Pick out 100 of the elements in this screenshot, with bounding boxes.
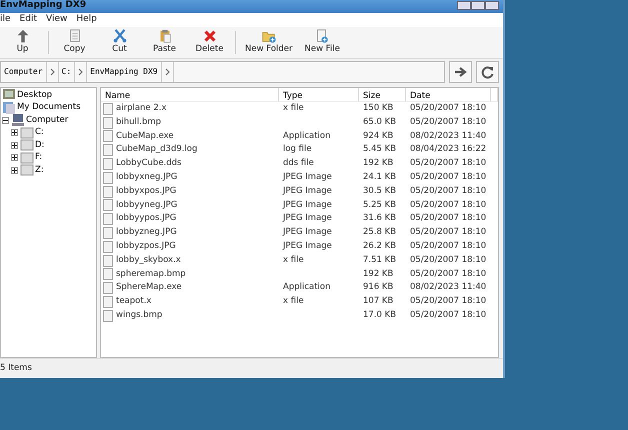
expander-toggle[interactable]: [11, 154, 18, 162]
file-name[interactable]: bihull.bmp: [116, 116, 162, 130]
file-name[interactable]: airplane 2.x: [116, 102, 166, 116]
file-name[interactable]: lobbyxpos.JPG: [116, 184, 176, 199]
chevron-icon: [164, 68, 170, 76]
menu-item[interactable]: Help: [76, 13, 97, 27]
file-date: 08/04/2023 16:22: [410, 144, 486, 154]
file-icon: [103, 172, 113, 184]
file-date: 05/20/2007 18:10: [410, 310, 486, 320]
expander-toggle[interactable]: [11, 129, 18, 136]
file-date: 05/20/2007 18:10: [410, 158, 486, 168]
plus-icon: [12, 155, 17, 160]
file-size: 107 KB: [363, 296, 394, 306]
file-icon: [103, 254, 113, 267]
tree-item[interactable]: C:: [20, 126, 44, 139]
tree-item[interactable]: Desktop: [2, 89, 52, 102]
file-date: 05/20/2007 18:10: [410, 268, 486, 279]
file-name[interactable]: CubeMap.exe: [116, 130, 174, 144]
file-type: JPEG Image: [283, 227, 332, 238]
tree-item[interactable]: D:: [20, 139, 44, 152]
file-date: 05/20/2007 18:10: [410, 296, 486, 306]
file-name[interactable]: CubeMap_d3d9.log: [116, 143, 198, 158]
file-type: x file: [283, 103, 304, 113]
go-button[interactable]: [449, 61, 472, 83]
file-name[interactable]: lobbyyneg.JPG: [116, 198, 178, 212]
toolbar-button[interactable]: Up: [0, 27, 45, 58]
file-date: 08/02/2023 11:40: [410, 282, 486, 292]
file-icon: [103, 144, 113, 156]
file-icon: [103, 186, 113, 198]
breadcrumb[interactable]: C:: [58, 62, 76, 82]
file-name[interactable]: lobbyzpos.JPG: [116, 240, 176, 254]
file-size: 192 KB: [363, 268, 394, 279]
file-name[interactable]: wings.bmp: [116, 308, 162, 323]
menu-item[interactable]: View: [46, 13, 68, 27]
toolbar-button[interactable]: Cut: [97, 27, 142, 58]
file-size: 17.0 KB: [363, 310, 396, 320]
file-type: log file: [283, 144, 312, 154]
file-icon: [103, 116, 113, 129]
file-type: JPEG Image: [283, 240, 332, 251]
toolbar-button[interactable]: New Folder: [239, 27, 299, 58]
menu-item[interactable]: Edit: [20, 13, 37, 27]
tree-item[interactable]: Z:: [20, 164, 44, 176]
drive-icon: [20, 163, 34, 178]
file-size: 25.8 KB: [363, 227, 396, 238]
toolbar-button[interactable]: New File: [298, 27, 346, 58]
file-icon: [103, 130, 113, 142]
file-type: JPEG Image: [283, 186, 332, 196]
file-date: 05/20/2007 18:10: [410, 213, 486, 224]
file-date: 05/20/2007 18:10: [410, 227, 486, 238]
file-date: 05/20/2007 18:10: [410, 116, 486, 127]
column-header[interactable]: Name: [101, 88, 279, 102]
file-name[interactable]: spheremap.bmp: [116, 268, 186, 282]
file-size: 5.45 KB: [363, 144, 396, 154]
file-size: 192 KB: [363, 158, 394, 168]
documents-icon: [2, 100, 16, 115]
file-date: 05/20/2007 18:10: [410, 186, 486, 196]
expander-toggle[interactable]: [11, 166, 18, 174]
file-size: 65.0 KB: [363, 116, 396, 127]
file-name[interactable]: lobbyxneg.JPG: [116, 170, 178, 185]
file-icon: [103, 282, 113, 294]
file-size: 7.51 KB: [363, 254, 396, 265]
column-header[interactable]: Size: [359, 88, 406, 102]
file-type: x file: [283, 296, 304, 306]
file-icon: [103, 268, 113, 280]
file-icon: [103, 213, 113, 226]
file-name[interactable]: teapot.x: [116, 295, 152, 309]
file-icon: [103, 158, 113, 170]
chevron-icon: [78, 68, 84, 76]
file-name[interactable]: lobbyzneg.JPG: [116, 226, 177, 240]
file-icon: [103, 199, 113, 212]
column-header[interactable]: Type: [279, 88, 359, 102]
column-header[interactable]: Date: [406, 88, 491, 102]
file-type: dds file: [283, 158, 314, 168]
file-name[interactable]: lobbyypos.JPG: [116, 212, 176, 226]
file-size: 26.2 KB: [363, 240, 396, 251]
breadcrumb[interactable]: EnvMapping DX9: [87, 62, 162, 82]
file-icon: [103, 240, 113, 253]
drive-icon: [20, 126, 34, 140]
tree-item[interactable]: Computer: [11, 114, 68, 126]
expander-toggle[interactable]: [11, 142, 18, 149]
file-icon: [103, 102, 113, 115]
menu-item[interactable]: ile: [0, 13, 11, 27]
file-name[interactable]: SphereMap.exe: [116, 281, 182, 296]
file-name[interactable]: LobbyCube.dds: [116, 157, 182, 171]
toolbar-button[interactable]: Paste: [142, 27, 187, 58]
tree-item[interactable]: My Documents: [2, 102, 81, 114]
toolbar-button[interactable]: Copy: [52, 27, 97, 58]
expander-toggle[interactable]: [2, 116, 9, 124]
breadcrumb[interactable]: Computer: [1, 62, 47, 82]
plus-icon: [12, 142, 17, 148]
file-icon: [103, 296, 113, 308]
file-type: JPEG Image: [283, 213, 332, 224]
file-size: 5.25 KB: [363, 200, 396, 210]
file-name[interactable]: lobby_skybox.x: [116, 254, 181, 268]
file-icon: [103, 310, 113, 322]
refresh-button[interactable]: [476, 61, 499, 83]
tree-item[interactable]: F:: [20, 152, 42, 164]
file-date: 05/20/2007 18:10: [410, 254, 486, 265]
toolbar-button[interactable]: Delete: [187, 27, 232, 58]
drive-icon: [20, 150, 34, 165]
